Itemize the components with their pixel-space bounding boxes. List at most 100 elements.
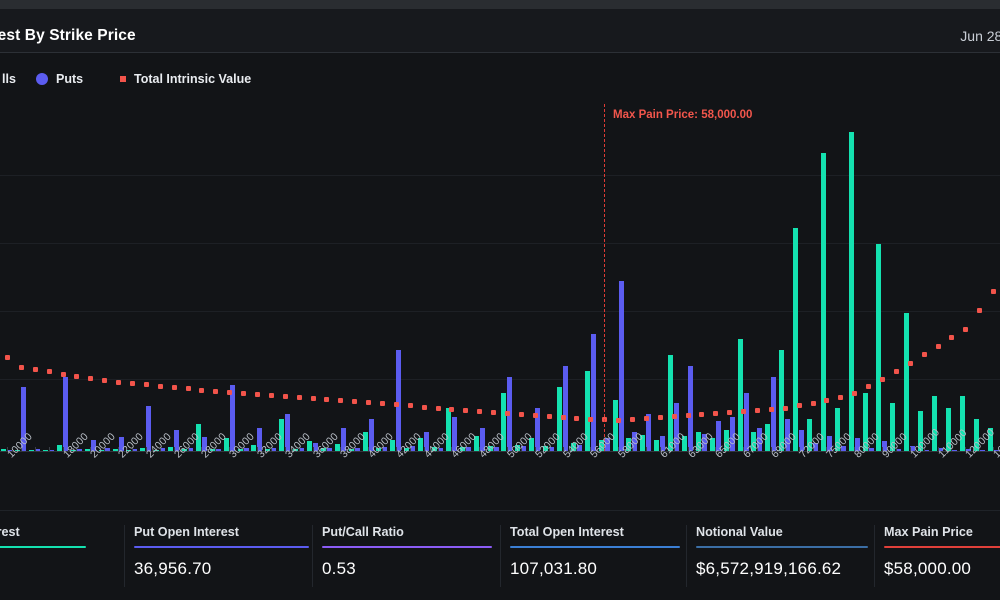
- intrinsic-value-point[interactable]: [18, 365, 24, 371]
- x-axis-labels: 10000 18000 20000 22000 24000 26000 28000 30000…: [0, 426, 1000, 510]
- put-bar[interactable]: [563, 365, 568, 451]
- intrinsic-value-point[interactable]: [532, 413, 538, 419]
- intrinsic-value-point[interactable]: [991, 288, 997, 294]
- call-bar[interactable]: [820, 153, 826, 451]
- intrinsic-value-point[interactable]: [268, 392, 274, 398]
- put-bar[interactable]: [63, 376, 68, 451]
- intrinsic-value-point[interactable]: [393, 402, 399, 408]
- stat-call-open-interest[interactable]: en Interest 5.10: [0, 525, 86, 579]
- intrinsic-value-point[interactable]: [963, 326, 969, 332]
- intrinsic-value-point[interactable]: [616, 418, 622, 424]
- intrinsic-value-point[interactable]: [352, 399, 358, 405]
- stat-max-pain-price[interactable]: Max Pain Price $58,000.00: [884, 525, 1000, 579]
- intrinsic-value-point[interactable]: [338, 398, 344, 404]
- intrinsic-value-point[interactable]: [546, 414, 552, 420]
- put-bar[interactable]: [743, 392, 749, 451]
- put-bar[interactable]: [688, 365, 693, 451]
- intrinsic-value-point[interactable]: [629, 417, 635, 423]
- intrinsic-value-point[interactable]: [477, 408, 483, 414]
- intrinsic-value-point[interactable]: [768, 406, 774, 412]
- put-bar[interactable]: [396, 349, 402, 451]
- intrinsic-value-point[interactable]: [727, 409, 733, 415]
- intrinsic-value-point[interactable]: [157, 384, 163, 390]
- stat-notional-value[interactable]: Notional Value $6,572,919,166.62: [696, 525, 868, 579]
- intrinsic-value-point[interactable]: [504, 410, 510, 416]
- call-bar[interactable]: [793, 227, 799, 451]
- intrinsic-value-point[interactable]: [893, 369, 899, 375]
- intrinsic-value-point[interactable]: [491, 409, 497, 415]
- intrinsic-value-point[interactable]: [754, 407, 760, 413]
- intrinsic-value-point[interactable]: [88, 375, 94, 381]
- intrinsic-value-point[interactable]: [879, 376, 885, 382]
- put-bar[interactable]: [590, 334, 596, 451]
- intrinsic-value-point[interactable]: [74, 373, 80, 379]
- stat-value: 107,031.80: [510, 559, 598, 578]
- intrinsic-value-point[interactable]: [518, 411, 524, 417]
- stat-put-call-ratio[interactable]: Put/Call Ratio 0.53: [322, 525, 492, 579]
- intrinsic-value-point[interactable]: [102, 377, 108, 383]
- intrinsic-value-point[interactable]: [560, 415, 566, 421]
- intrinsic-value-point[interactable]: [449, 406, 455, 412]
- intrinsic-value-point[interactable]: [282, 393, 288, 399]
- intrinsic-value-point[interactable]: [407, 403, 413, 409]
- intrinsic-value-point[interactable]: [866, 384, 872, 390]
- intrinsic-value-point[interactable]: [185, 386, 191, 392]
- intrinsic-value-point[interactable]: [824, 398, 830, 404]
- stat-put-open-interest[interactable]: Put Open Interest 36,956.70: [134, 525, 309, 579]
- intrinsic-value-point[interactable]: [657, 415, 663, 421]
- intrinsic-value-point[interactable]: [171, 385, 177, 391]
- stat-total-open-interest[interactable]: Total Open Interest 107,031.80: [510, 525, 680, 579]
- intrinsic-value-point[interactable]: [935, 343, 941, 349]
- intrinsic-value-point[interactable]: [296, 394, 302, 400]
- stat-label: Max Pain Price: [884, 525, 973, 539]
- intrinsic-value-point[interactable]: [60, 371, 66, 377]
- intrinsic-value-point[interactable]: [116, 380, 122, 386]
- put-bar[interactable]: [771, 376, 777, 451]
- call-bar[interactable]: [654, 440, 660, 451]
- intrinsic-value-point[interactable]: [463, 407, 469, 413]
- intrinsic-value-point[interactable]: [741, 408, 747, 414]
- intrinsic-value-point[interactable]: [379, 401, 385, 407]
- legend-item-calls[interactable]: lls: [0, 72, 16, 86]
- call-bar[interactable]: [904, 312, 910, 451]
- put-bar[interactable]: [618, 280, 624, 451]
- call-bar[interactable]: [848, 131, 854, 451]
- intrinsic-value-point[interactable]: [838, 394, 844, 400]
- intrinsic-value-point[interactable]: [366, 400, 372, 406]
- intrinsic-value-point[interactable]: [241, 390, 247, 396]
- intrinsic-value-point[interactable]: [310, 396, 316, 402]
- intrinsic-value-point[interactable]: [907, 360, 913, 366]
- intrinsic-value-point[interactable]: [227, 389, 233, 395]
- intrinsic-value-point[interactable]: [199, 387, 205, 393]
- legend-item-total-intrinsic-value[interactable]: Total Intrinsic Value: [120, 72, 251, 86]
- legend-item-puts[interactable]: Puts: [36, 72, 83, 86]
- intrinsic-value-point[interactable]: [254, 391, 260, 397]
- intrinsic-value-point[interactable]: [685, 413, 691, 419]
- intrinsic-value-point[interactable]: [213, 388, 219, 394]
- intrinsic-value-point[interactable]: [143, 382, 149, 388]
- put-bar[interactable]: [229, 385, 235, 451]
- intrinsic-value-point[interactable]: [796, 403, 802, 409]
- stat-label: Put/Call Ratio: [322, 525, 404, 539]
- intrinsic-value-point[interactable]: [588, 417, 594, 423]
- intrinsic-value-point[interactable]: [852, 390, 858, 396]
- intrinsic-value-point[interactable]: [921, 352, 927, 358]
- intrinsic-value-point[interactable]: [4, 354, 10, 360]
- intrinsic-value-point[interactable]: [810, 401, 816, 407]
- intrinsic-value-point[interactable]: [129, 381, 135, 387]
- intrinsic-value-point[interactable]: [699, 411, 705, 417]
- intrinsic-value-point[interactable]: [46, 369, 52, 375]
- intrinsic-value-point[interactable]: [977, 307, 983, 313]
- intrinsic-value-point[interactable]: [435, 405, 441, 411]
- intrinsic-value-point[interactable]: [324, 397, 330, 403]
- call-bar[interactable]: [445, 408, 451, 451]
- intrinsic-value-point[interactable]: [713, 410, 719, 416]
- intrinsic-value-point[interactable]: [574, 416, 580, 422]
- intrinsic-value-point[interactable]: [782, 405, 788, 411]
- intrinsic-value-point[interactable]: [32, 367, 38, 373]
- intrinsic-value-point[interactable]: [643, 416, 649, 422]
- intrinsic-value-point[interactable]: [671, 414, 677, 420]
- call-bar[interactable]: [876, 243, 882, 451]
- intrinsic-value-point[interactable]: [421, 404, 427, 410]
- intrinsic-value-point[interactable]: [949, 335, 955, 341]
